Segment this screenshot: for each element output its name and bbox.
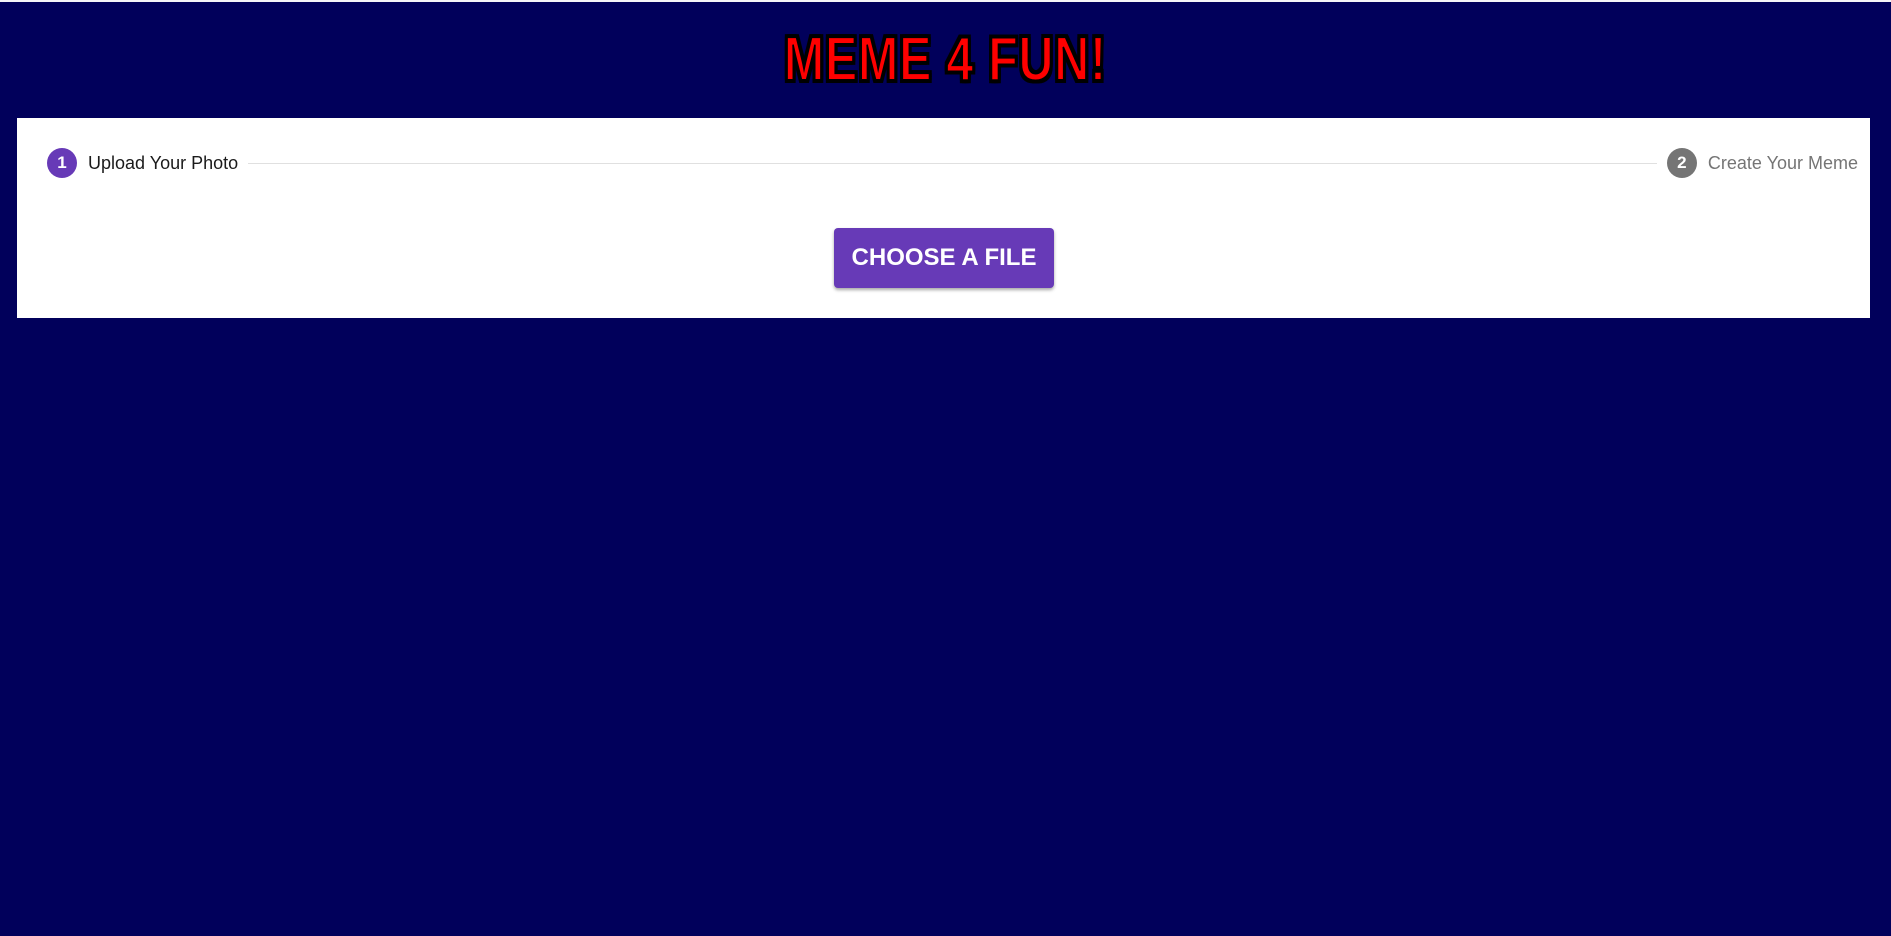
window-top-edge <box>0 0 1891 2</box>
step-label: Upload Your Photo <box>88 152 239 173</box>
step-upload-photo[interactable]: 1 Upload Your Photo <box>47 148 238 178</box>
step-number-badge: 1 <box>47 148 77 178</box>
stepper: 1 Upload Your Photo 2 Create Your Meme <box>47 148 1858 178</box>
step-number-badge: 2 <box>1666 148 1697 178</box>
app-title: MEME 4 FUN! <box>783 24 1107 95</box>
step-connector-line <box>248 162 1657 164</box>
step-create-meme[interactable]: 2 Create Your Meme <box>1666 148 1858 178</box>
meme-stepper-card: 1 Upload Your Photo 2 Create Your Meme C… <box>17 118 1870 318</box>
choose-file-button[interactable]: CHOOSE A FILE <box>834 228 1054 288</box>
step-label: Create Your Meme <box>1707 152 1858 173</box>
